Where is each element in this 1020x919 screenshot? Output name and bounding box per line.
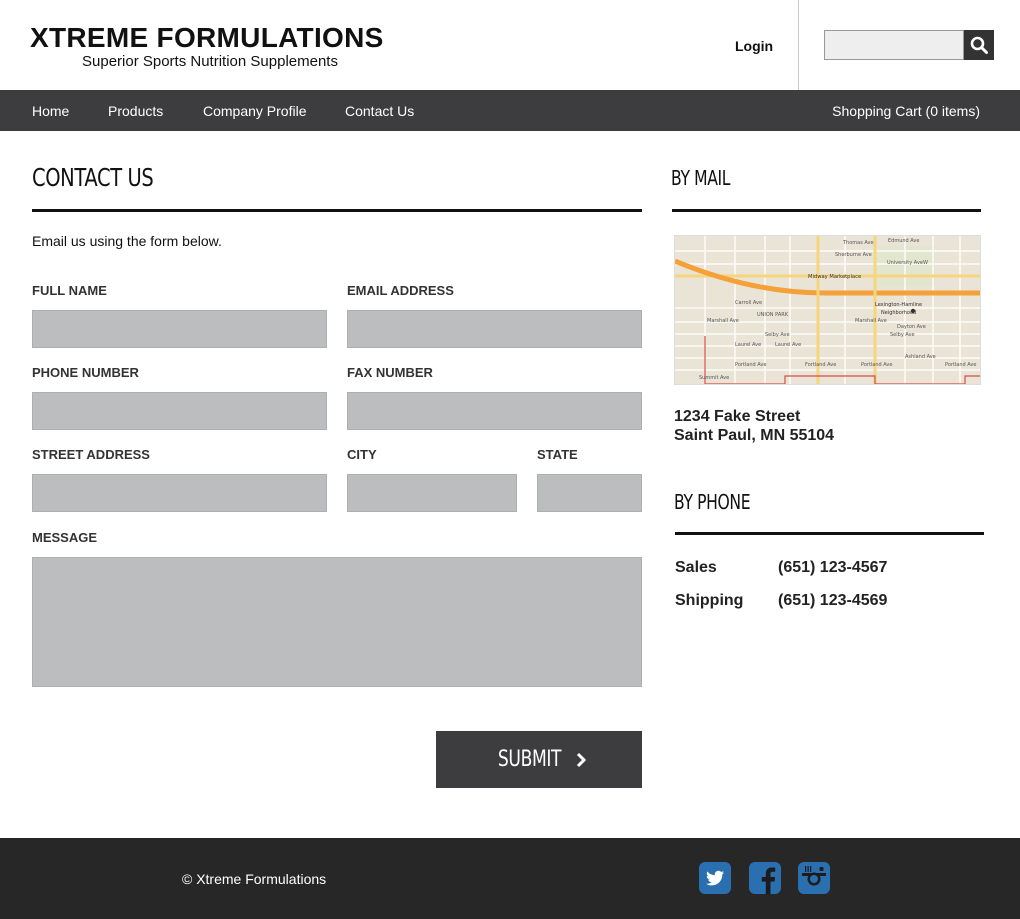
- sales-phone-number[interactable]: (651) 123-4567: [778, 559, 887, 577]
- nav-item-home[interactable]: Home: [32, 103, 69, 119]
- street-address-label: STREET ADDRESS: [32, 447, 150, 462]
- header-divider: [798, 0, 799, 90]
- email-field[interactable]: [347, 310, 642, 348]
- svg-text:Marshall Ave: Marshall Ave: [707, 318, 739, 324]
- svg-text:University AveW: University AveW: [887, 260, 928, 266]
- address-line-1: 1234 Fake Street: [674, 408, 801, 425]
- svg-text:Ashland Ave: Ashland Ave: [905, 354, 936, 360]
- svg-text:Fortland Ave: Fortland Ave: [805, 362, 836, 368]
- by-mail-title: BY MAIL: [671, 166, 731, 190]
- sales-label: Sales: [675, 559, 717, 576]
- logo-title[interactable]: XTREME FORMULATIONS: [30, 22, 384, 54]
- main-nav: Home Products Company Profile Contact Us…: [0, 90, 1020, 131]
- search-icon: [970, 36, 988, 54]
- by-phone-title: BY PHONE: [674, 490, 751, 514]
- search-button[interactable]: [964, 30, 994, 60]
- phone-field[interactable]: [32, 392, 327, 430]
- phone-label: PHONE NUMBER: [32, 365, 139, 380]
- facebook-link[interactable]: [749, 862, 781, 894]
- by-phone-divider: [675, 532, 984, 535]
- svg-text:Selby Ave: Selby Ave: [765, 332, 790, 338]
- email-label: EMAIL ADDRESS: [347, 283, 454, 298]
- city-field[interactable]: [347, 474, 517, 512]
- submit-label: SUBMIT: [498, 747, 562, 772]
- svg-text:Neighborhood: Neighborhood: [881, 310, 916, 316]
- site-header: XTREME FORMULATIONS Superior Sports Nutr…: [0, 0, 1020, 90]
- city-label: CITY: [347, 447, 377, 462]
- message-field[interactable]: [32, 557, 642, 687]
- svg-text:Portland Ave: Portland Ave: [945, 362, 976, 368]
- state-label: STATE: [537, 447, 578, 462]
- fax-field[interactable]: [347, 392, 642, 430]
- nav-item-company-profile[interactable]: Company Profile: [203, 103, 307, 119]
- search-input[interactable]: [824, 30, 964, 60]
- chevron-right-icon: [576, 752, 586, 767]
- svg-text:Selby Ave: Selby Ave: [890, 332, 915, 338]
- svg-text:Portland Ave: Portland Ave: [735, 362, 766, 368]
- svg-text:Summit Ave: Summit Ave: [699, 375, 729, 381]
- svg-text:Laurel Ave: Laurel Ave: [775, 342, 801, 348]
- location-map[interactable]: Midway Marketplace Lexington-Hamline Nei…: [674, 235, 981, 385]
- by-mail-divider: [672, 209, 981, 212]
- address-line-2: Saint Paul, MN 55104: [674, 427, 835, 444]
- svg-text:UNION PARK: UNION PARK: [757, 312, 789, 318]
- svg-text:Carroll Ave: Carroll Ave: [735, 300, 762, 306]
- map-image: Midway Marketplace Lexington-Hamline Nei…: [675, 236, 980, 384]
- instagram-link[interactable]: [798, 862, 830, 894]
- twitter-icon: [699, 862, 731, 894]
- svg-text:Edmund Ave: Edmund Ave: [888, 238, 919, 244]
- state-field[interactable]: [537, 474, 642, 512]
- twitter-link[interactable]: [699, 862, 731, 894]
- svg-text:Laurel Ave: Laurel Ave: [735, 342, 761, 348]
- nav-item-products[interactable]: Products: [108, 103, 163, 119]
- mailing-address: 1234 Fake Street Saint Paul, MN 55104: [674, 407, 834, 445]
- svg-text:Sherburne Ave: Sherburne Ave: [835, 252, 872, 258]
- svg-text:Lexington-Hamline: Lexington-Hamline: [875, 302, 922, 308]
- street-address-field[interactable]: [32, 474, 327, 512]
- svg-text:Portland Ave: Portland Ave: [861, 362, 892, 368]
- full-name-label: FULL NAME: [32, 283, 107, 298]
- svg-text:Dayton Ave: Dayton Ave: [897, 324, 926, 330]
- svg-text:Thomas Ave: Thomas Ave: [842, 240, 874, 246]
- facebook-icon: [749, 862, 781, 894]
- full-name-field[interactable]: [32, 310, 327, 348]
- shipping-phone-number[interactable]: (651) 123-4569: [778, 592, 887, 610]
- page-title: CONTACT US: [32, 163, 154, 192]
- svg-text:Marshall Ave: Marshall Ave: [855, 318, 887, 324]
- form-intro: Email us using the form below.: [32, 233, 222, 249]
- logo-subtitle: Superior Sports Nutrition Supplements: [82, 53, 338, 70]
- shopping-cart-link[interactable]: Shopping Cart (0 items): [832, 103, 980, 119]
- nav-item-contact-us[interactable]: Contact Us: [345, 103, 414, 119]
- shipping-label: Shipping: [675, 592, 744, 609]
- svg-text:Midway Marketplace: Midway Marketplace: [808, 274, 861, 280]
- message-label: MESSAGE: [32, 530, 98, 545]
- instagram-icon: [798, 862, 830, 894]
- fax-label: FAX NUMBER: [347, 365, 433, 380]
- copyright-text: © Xtreme Formulations: [182, 871, 327, 887]
- submit-button[interactable]: SUBMIT: [436, 731, 642, 788]
- title-divider: [32, 209, 642, 212]
- site-footer: © Xtreme Formulations: [0, 838, 1020, 919]
- login-link[interactable]: Login: [735, 38, 773, 54]
